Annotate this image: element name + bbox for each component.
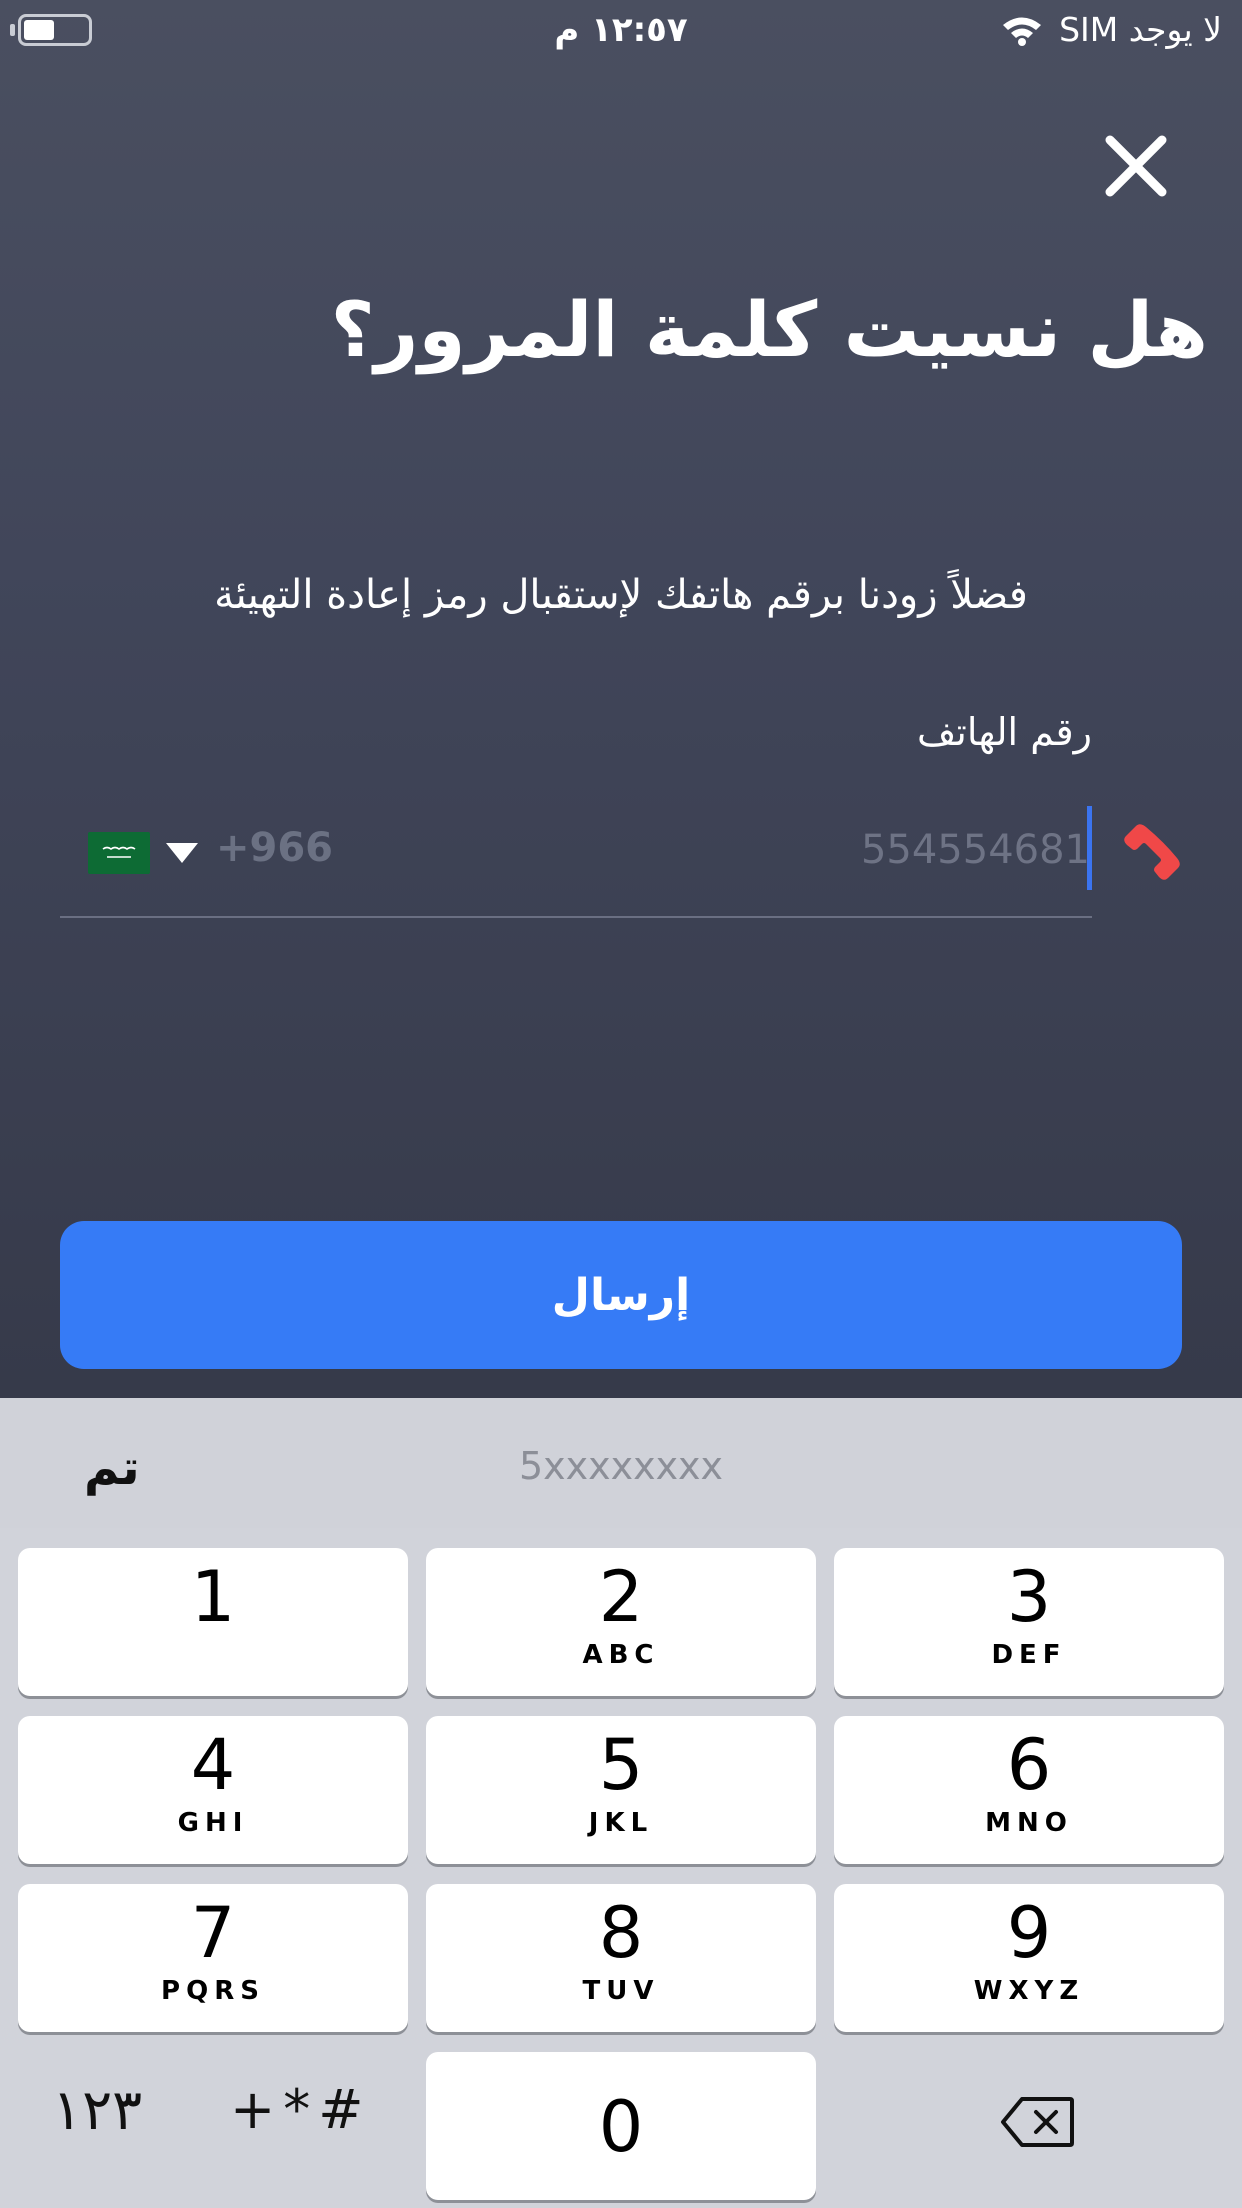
- key-digit: 3: [1006, 1556, 1052, 1638]
- key-letters: DEF: [991, 1640, 1067, 1670]
- key-0[interactable]: 0: [426, 2052, 816, 2200]
- phone-field-label: رقم الهاتف: [916, 710, 1092, 754]
- saudi-arabia-flag-icon[interactable]: [88, 832, 150, 874]
- phone-field-underline: [60, 916, 1092, 918]
- send-button[interactable]: إرسال: [60, 1221, 1182, 1369]
- key-letters: MNO: [985, 1808, 1073, 1838]
- key-letters: ABC: [582, 1640, 660, 1670]
- key-5[interactable]: 5 JKL: [426, 1716, 816, 1864]
- key-9[interactable]: 9 WXYZ: [834, 1884, 1224, 2032]
- delete-backspace-icon[interactable]: [1000, 2096, 1074, 2148]
- phone-icon: [1124, 824, 1180, 880]
- key-digit: 2: [598, 1556, 644, 1638]
- phone-input[interactable]: [390, 822, 1090, 878]
- key-digit: 5: [598, 1724, 644, 1806]
- key-8[interactable]: 8 TUV: [426, 1884, 816, 2032]
- key-digit: 0: [598, 2086, 644, 2168]
- key-digit: 6: [1006, 1724, 1052, 1806]
- key-2[interactable]: 2 ABC: [426, 1548, 816, 1696]
- key-digit: 8: [598, 1892, 644, 1974]
- key-letters: PQRS: [161, 1976, 265, 2006]
- key-3[interactable]: 3 DEF: [834, 1548, 1224, 1696]
- carrier-label: لا يوجد SIM: [1059, 10, 1222, 49]
- key-letters: WXYZ: [973, 1976, 1085, 2006]
- wifi-icon: [1003, 17, 1042, 46]
- keyboard-hint: 5xxxxxxxx: [518, 1444, 724, 1488]
- number-mode-key[interactable]: ١٢٣: [52, 2078, 142, 2143]
- key-4[interactable]: 4 GHI: [18, 1716, 408, 1864]
- keyboard-accessory-bar: تم 5xxxxxxxx: [0, 1398, 1242, 1528]
- key-letters: JKL: [588, 1808, 654, 1838]
- key-letters: GHI: [177, 1808, 249, 1838]
- key-1[interactable]: 1: [18, 1548, 408, 1696]
- forgot-password-screen: ١٢:٥٧ م لا يوجد SIM هل نسيت كلمة المرور؟…: [0, 0, 1242, 1398]
- page-subtitle: فضلاً زودنا برقم هاتفك لإستقبال رمز إعاد…: [214, 572, 1028, 618]
- chevron-down-icon[interactable]: [166, 843, 198, 863]
- numeric-keyboard: تم 5xxxxxxxx 1 2 ABC 3 DEF 4 GHI 5 JKL 6…: [0, 1398, 1242, 2208]
- key-7[interactable]: 7 PQRS: [18, 1884, 408, 2032]
- page-title: هل نسيت كلمة المرور؟: [330, 285, 1208, 374]
- close-icon[interactable]: [1100, 130, 1172, 202]
- key-6[interactable]: 6 MNO: [834, 1716, 1224, 1864]
- country-code[interactable]: +966: [216, 825, 333, 871]
- key-digit: 4: [190, 1724, 236, 1806]
- key-digit: 1: [190, 1556, 236, 1638]
- text-caret: [1087, 806, 1092, 890]
- key-digit: 9: [1006, 1892, 1052, 1974]
- key-letters: TUV: [582, 1976, 660, 2006]
- symbols-key[interactable]: +*#: [230, 2078, 372, 2141]
- status-bar: ١٢:٥٧ م لا يوجد SIM: [0, 0, 1242, 60]
- key-digit: 7: [190, 1892, 236, 1974]
- status-right: لا يوجد SIM: [1001, 10, 1222, 49]
